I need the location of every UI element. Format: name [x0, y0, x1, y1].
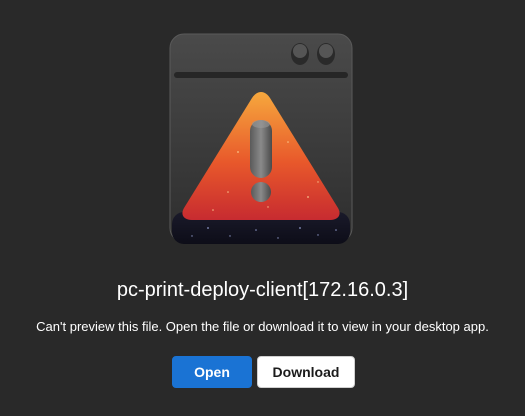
- open-button[interactable]: Open: [172, 356, 252, 388]
- file-preview-error-panel: pc-print-deploy-client[172.16.0.3] Can't…: [0, 0, 525, 416]
- warning-file-icon: [169, 33, 353, 244]
- download-button[interactable]: Download: [257, 356, 355, 388]
- file-title: pc-print-deploy-client[172.16.0.3]: [116, 279, 409, 301]
- preview-error-message: Can't preview this file. Open the file o…: [36, 319, 489, 334]
